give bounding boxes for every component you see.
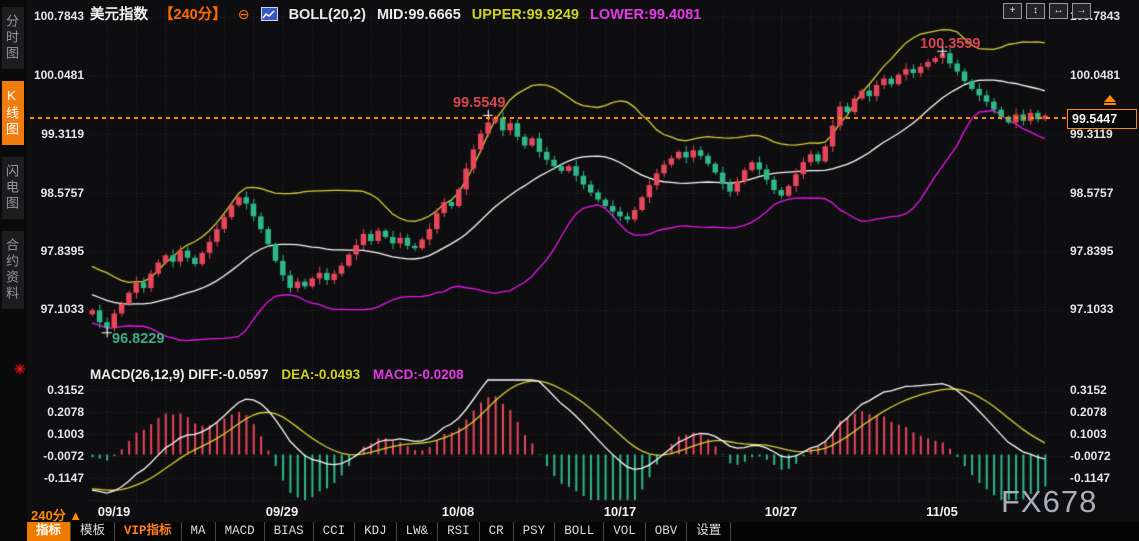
macd-axis-label: 0.1003 bbox=[1070, 427, 1107, 441]
macd-axis-label: 0.2078 bbox=[47, 405, 84, 419]
price-axis-label: 99.3119 bbox=[1070, 127, 1113, 141]
price-alert-icon[interactable] bbox=[1104, 95, 1116, 105]
swing-high-annotation: 99.5549 bbox=[453, 95, 506, 111]
macd-axis-label: 0.2078 bbox=[1070, 405, 1107, 419]
toolbar-item-psy[interactable]: PSY bbox=[514, 522, 556, 541]
date-axis-label: 10/27 bbox=[764, 504, 798, 519]
axis-vertical-icon[interactable]: ↕ bbox=[1026, 3, 1045, 19]
price-axis-label: 97.1033 bbox=[1070, 302, 1114, 316]
date-axis-label: 09/29 bbox=[265, 504, 299, 519]
scroll-right-icon[interactable]: → bbox=[1072, 3, 1091, 19]
toolbar-item-settings[interactable]: 设置 bbox=[687, 522, 732, 541]
price-axis-label: 100.0481 bbox=[1070, 68, 1121, 82]
sidebar-item-kline-chart[interactable]: K线图 bbox=[2, 81, 24, 145]
macd-diff-value: MACD(26,12,9) DIFF:-0.0597 bbox=[90, 367, 269, 382]
toolbar-item-boll[interactable]: BOLL bbox=[555, 522, 605, 541]
macd-hist-value: MACD:-0.0208 bbox=[372, 367, 464, 382]
price-axis-label: 97.8395 bbox=[40, 244, 84, 258]
macd-axis-label: 0.3152 bbox=[1070, 383, 1107, 397]
toolbar-item-macd[interactable]: MACD bbox=[216, 522, 265, 541]
alert-icon[interactable]: ✳ bbox=[14, 361, 26, 378]
chart-header: 美元指数 【240分】 ⊖ BOLL(20,2) MID:99.6665 UPP… bbox=[90, 3, 708, 24]
price-axis-label: 97.1033 bbox=[40, 302, 84, 316]
sidebar-item-timeline-chart[interactable]: 分时图 bbox=[2, 7, 24, 69]
date-axis-label: 11/05 bbox=[926, 504, 958, 519]
symbol-name: 美元指数 bbox=[90, 7, 148, 23]
toolbar-item-obv[interactable]: OBV bbox=[646, 522, 688, 541]
toolbar-item-lwr[interactable]: LW& bbox=[397, 522, 439, 541]
price-axis-label: 100.0481 bbox=[33, 68, 84, 82]
toolbar-item-template[interactable]: 模板 bbox=[71, 522, 116, 541]
macd-axis-label: -0.0072 bbox=[1070, 449, 1111, 463]
date-axis-label: 09/19 bbox=[97, 504, 131, 519]
axis-horizontal-icon[interactable]: ↔ bbox=[1049, 3, 1068, 19]
price-axis-label: 97.8395 bbox=[1070, 244, 1114, 258]
macd-axis-label: 0.1003 bbox=[47, 427, 84, 441]
toolbar-item-bias[interactable]: BIAS bbox=[265, 522, 314, 541]
boll-label: BOLL(20,2) bbox=[288, 7, 366, 23]
toolbar-item-indicator[interactable]: 指标 bbox=[27, 522, 72, 541]
sidebar: 分时图 K线图 闪电图 合约资料 ✳ bbox=[0, 0, 28, 541]
toolbar-item-vip-indicator[interactable]: VIP指标 bbox=[115, 522, 182, 541]
fx678-watermark: FX678 bbox=[1001, 484, 1098, 519]
macd-chart-canvas[interactable] bbox=[88, 378, 1065, 502]
macd-header: MACD(26,12,9) DIFF:-0.0597 DEA:-0.0493 M… bbox=[90, 367, 473, 382]
toolbar-item-vol[interactable]: VOL bbox=[604, 522, 646, 541]
macd-axis-label: -0.1147 bbox=[1070, 471, 1111, 485]
boll-mid-value: MID:99.6665 bbox=[376, 7, 461, 23]
trading-terminal: 分时图 K线图 闪电图 合约资料 ✳ 美元指数 【240分】 ⊖ BOLL(20… bbox=[0, 0, 1139, 541]
toolbar-item-cci[interactable]: CCI bbox=[314, 522, 356, 541]
crosshair-move-icon[interactable]: + bbox=[1003, 3, 1022, 19]
date-axis-label: 10/08 bbox=[441, 504, 475, 519]
toolbar-item-ma[interactable]: MA bbox=[182, 522, 216, 541]
date-axis-label: 10/17 bbox=[603, 504, 637, 519]
price-axis-label: 98.5757 bbox=[1070, 186, 1114, 200]
macd-axis-label: 0.3152 bbox=[47, 383, 84, 397]
boll-lower-value: LOWER:99.4081 bbox=[590, 7, 702, 23]
main-chart-canvas[interactable] bbox=[88, 10, 1065, 372]
macd-dea-value: DEA:-0.0493 bbox=[281, 367, 361, 382]
price-axis-label: 100.7843 bbox=[33, 9, 84, 23]
collapse-icon[interactable]: ⊖ bbox=[238, 6, 250, 22]
boll-upper-value: UPPER:99.9249 bbox=[471, 7, 579, 23]
price-axis-label: 99.3119 bbox=[41, 127, 84, 141]
low-annotation: 96.8229 bbox=[112, 331, 165, 347]
toolbar-item-cr[interactable]: CR bbox=[480, 522, 514, 541]
sidebar-item-flash-chart[interactable]: 闪电图 bbox=[2, 157, 24, 219]
sidebar-item-contract-info[interactable]: 合约资料 bbox=[2, 231, 24, 309]
price-axis-label: 98.5757 bbox=[40, 186, 84, 200]
chart-tools: + ↕ ↔ → bbox=[1003, 3, 1091, 19]
indicator-toolbar: 指标 模板 VIP指标 MA MACD BIAS CCI KDJ LW& RSI… bbox=[27, 522, 1139, 541]
last-price-tag: 99.5447 bbox=[1067, 109, 1137, 129]
high-annotation: 100.3599 bbox=[920, 36, 981, 52]
period-tag[interactable]: 【240分】 bbox=[159, 7, 227, 23]
toolbar-item-rsi[interactable]: RSI bbox=[438, 522, 480, 541]
macd-axis-label: -0.0072 bbox=[43, 449, 84, 463]
toolbar-item-kdj[interactable]: KDJ bbox=[355, 522, 397, 541]
overlay-chart-icon[interactable] bbox=[260, 7, 278, 21]
macd-axis-label: -0.1147 bbox=[43, 471, 84, 485]
last-price-line bbox=[30, 117, 1068, 119]
